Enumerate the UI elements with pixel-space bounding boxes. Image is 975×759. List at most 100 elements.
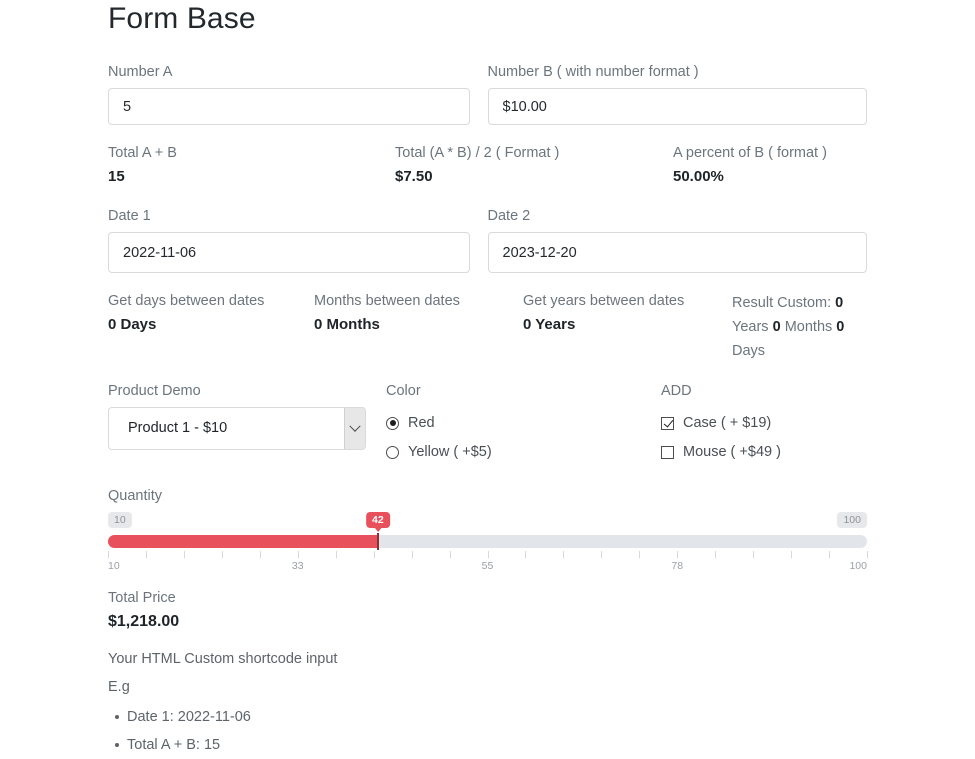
slider-tick-label: 100 bbox=[849, 560, 867, 572]
checkbox-label: Case ( + $19) bbox=[683, 415, 772, 431]
radio-icon[interactable] bbox=[386, 416, 399, 430]
slider-tick bbox=[715, 551, 717, 558]
slider-tick bbox=[601, 551, 603, 558]
slider-track-fill bbox=[108, 535, 378, 548]
result-label: Get days between dates bbox=[108, 293, 265, 309]
result-label: Total (A * B) / 2 ( Format ) bbox=[395, 145, 560, 161]
date-2-label: Date 2 bbox=[487, 208, 531, 224]
result-value: 15 bbox=[108, 168, 125, 185]
checkbox-label: Mouse ( +$49 ) bbox=[683, 444, 781, 460]
result-value: $7.50 bbox=[395, 168, 433, 185]
result-years-between: Get years between dates 0 Years bbox=[523, 291, 732, 363]
result-value: 50.00% bbox=[673, 168, 724, 185]
date-1-input[interactable] bbox=[108, 232, 470, 273]
slider-track[interactable] bbox=[108, 533, 867, 550]
total-price-value: $1,218.00 bbox=[108, 613, 180, 630]
product-demo-field: Product Demo Product 1 - $10 bbox=[108, 381, 386, 462]
slider-tick-label: 33 bbox=[291, 560, 304, 572]
slider-tick bbox=[108, 551, 109, 558]
total-price-label: Total Price bbox=[108, 590, 176, 606]
slider-max-pill: 100 bbox=[837, 512, 867, 528]
product-demo-select[interactable]: Product 1 - $10 bbox=[108, 407, 366, 450]
slider-tick bbox=[639, 551, 641, 558]
result-custom-months-value: 0 bbox=[772, 319, 781, 335]
total-price-block: Total Price $1,218.00 bbox=[108, 588, 867, 633]
result-label: Get years between dates bbox=[523, 293, 685, 309]
number-b-label: Number B ( with number format ) bbox=[487, 64, 699, 80]
radio-option-yellow[interactable]: Yellow ( +$5) bbox=[386, 442, 661, 462]
number-b-input[interactable] bbox=[487, 88, 867, 125]
result-custom-years-unit: Years bbox=[732, 319, 769, 335]
quantity-section: Quantity 10 42 100 10 33 55 78 100 bbox=[108, 486, 868, 574]
result-custom-years-value: 0 bbox=[835, 295, 844, 311]
number-a-label: Number A bbox=[108, 64, 173, 80]
slider-tick bbox=[487, 551, 489, 558]
slider-pills: 10 42 100 bbox=[108, 512, 867, 532]
slider-tick bbox=[259, 551, 261, 558]
list-item: Date 1: 2022-11-06 bbox=[115, 703, 867, 731]
result-label: Months between dates bbox=[314, 293, 460, 309]
slider-tick bbox=[335, 551, 337, 558]
result-custom-months-unit: Months bbox=[784, 319, 833, 335]
slider-tick bbox=[525, 551, 527, 558]
slider-ticks bbox=[108, 551, 868, 560]
checkbox-icon[interactable] bbox=[661, 445, 674, 459]
date-results-row: Get days between dates 0 Days Months bet… bbox=[108, 291, 867, 363]
slider-tick bbox=[297, 551, 299, 558]
product-demo-selected-value: Product 1 - $10 bbox=[128, 420, 228, 436]
slider-tick-label: 78 bbox=[671, 560, 684, 572]
slider-tick bbox=[753, 551, 755, 558]
shortcode-heading: Your HTML Custom shortcode input bbox=[108, 651, 338, 667]
product-demo-label: Product Demo bbox=[108, 383, 201, 399]
date-2-input[interactable] bbox=[487, 232, 867, 273]
radio-label: Yellow ( +$5) bbox=[408, 444, 492, 460]
slider-tick bbox=[563, 551, 565, 558]
quantity-slider[interactable]: 10 42 100 10 33 55 78 100 bbox=[108, 512, 868, 574]
result-custom-days-unit: Days bbox=[732, 343, 766, 359]
shortcode-block: Your HTML Custom shortcode input E.g Dat… bbox=[108, 645, 867, 759]
numbers-row: Number A Number B ( with number format ) bbox=[108, 62, 867, 125]
result-value: 0 Months bbox=[314, 316, 380, 333]
checkbox-option-mouse[interactable]: Mouse ( +$49 ) bbox=[661, 442, 781, 462]
quantity-label: Quantity bbox=[108, 488, 162, 504]
shortcode-list: Date 1: 2022-11-06 Total A + B: 15 bbox=[108, 703, 867, 759]
result-value: 0 Years bbox=[523, 316, 576, 333]
checkbox-option-case[interactable]: Case ( + $19) bbox=[661, 413, 781, 433]
date-1-label: Date 1 bbox=[108, 208, 151, 224]
form-page: Form Base Number A Number B ( with numbe… bbox=[0, 0, 975, 759]
result-months-between: Months between dates 0 Months bbox=[314, 291, 523, 363]
number-a-input[interactable] bbox=[108, 88, 470, 125]
checkbox-icon[interactable] bbox=[661, 416, 674, 430]
page-title: Form Base bbox=[108, 2, 256, 35]
slider-tick bbox=[221, 551, 223, 558]
radio-icon[interactable] bbox=[386, 445, 399, 459]
result-custom-duration: Result Custom: 0 Years 0 Months 0 Days bbox=[732, 291, 867, 363]
number-b-field: Number B ( with number format ) bbox=[487, 62, 867, 125]
result-total-a-plus-b: Total A + B 15 bbox=[108, 143, 395, 188]
number-results-row: Total A + B 15 Total (A * B) / 2 ( Forma… bbox=[108, 143, 867, 188]
result-custom-days-value: 0 bbox=[836, 319, 845, 335]
slider-tick bbox=[449, 551, 451, 558]
slider-handle[interactable] bbox=[376, 533, 379, 550]
chevron-down-icon[interactable] bbox=[344, 408, 365, 449]
options-row: Product Demo Product 1 - $10 Color Red Y… bbox=[108, 381, 867, 462]
date-2-field: Date 2 bbox=[487, 206, 867, 273]
slider-tick bbox=[677, 551, 679, 558]
result-label: A percent of B ( format ) bbox=[673, 145, 827, 161]
slider-tick-label: 10 bbox=[108, 560, 120, 572]
result-days-between: Get days between dates 0 Days bbox=[108, 291, 314, 363]
add-group-label: ADD bbox=[661, 383, 692, 399]
slider-min-pill: 10 bbox=[108, 512, 132, 528]
result-custom-prefix: Result Custom: bbox=[732, 295, 832, 311]
slider-tick bbox=[373, 551, 375, 558]
result-label: Total A + B bbox=[108, 145, 177, 161]
shortcode-eg-label: E.g bbox=[108, 679, 130, 695]
slider-tick bbox=[183, 551, 185, 558]
add-group: ADD Case ( + $19) Mouse ( +$49 ) bbox=[661, 381, 781, 462]
radio-option-red[interactable]: Red bbox=[386, 413, 661, 433]
result-total-ab-half: Total (A * B) / 2 ( Format ) $7.50 bbox=[395, 143, 673, 188]
slider-tick bbox=[145, 551, 147, 558]
date-1-field: Date 1 bbox=[108, 206, 488, 273]
result-value: 0 Days bbox=[108, 316, 157, 333]
slider-tick bbox=[411, 551, 413, 558]
